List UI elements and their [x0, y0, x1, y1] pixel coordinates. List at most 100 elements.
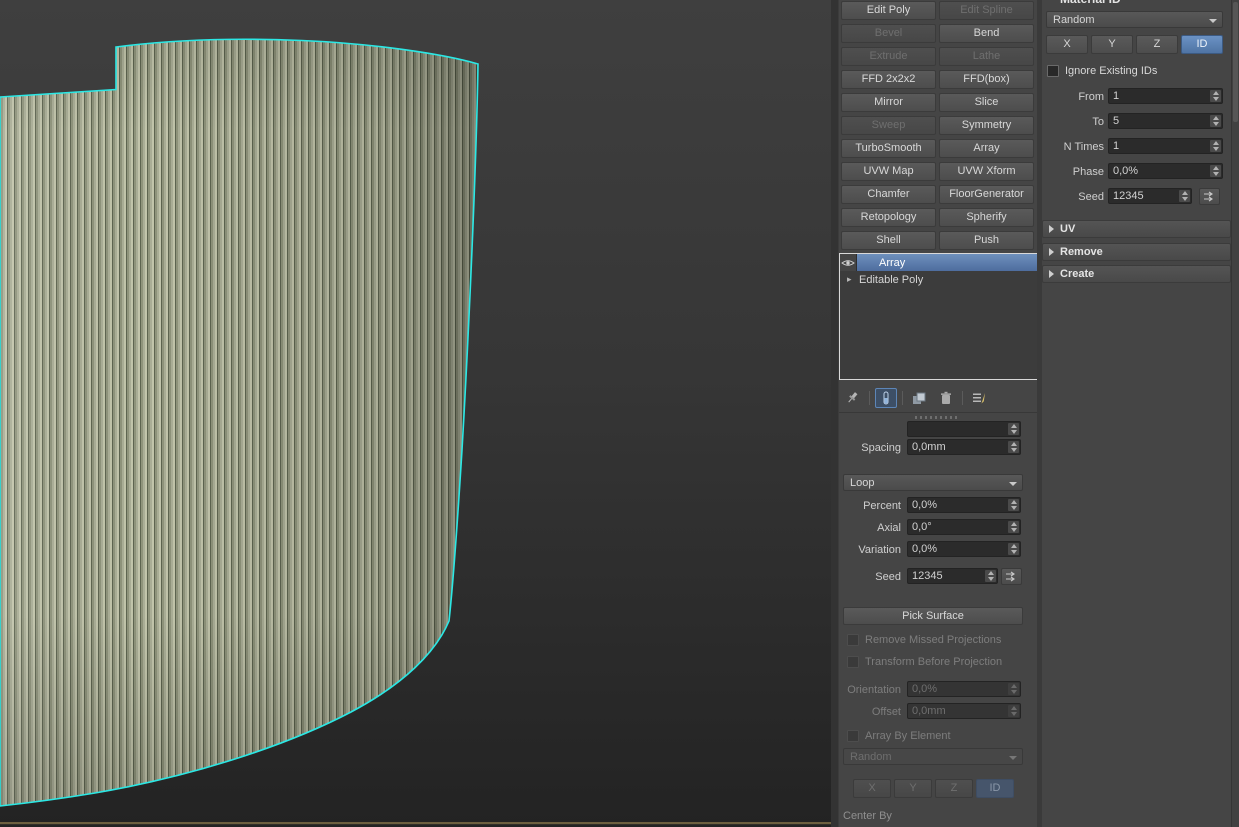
to-spinner[interactable] — [1210, 115, 1221, 127]
randomize-shuffle-icon — [1005, 571, 1018, 582]
modifier-buttons-grid: Edit Poly Edit Spline Bevel Bend Extrude… — [841, 1, 1034, 250]
offset-spinner — [1008, 705, 1019, 717]
remove-modifier-button[interactable] — [935, 388, 957, 408]
modifier-button-array[interactable]: Array — [939, 139, 1034, 158]
material-id-mode-dropdown[interactable]: Random — [1046, 11, 1223, 28]
spacing-spinner[interactable] — [1008, 441, 1019, 453]
orientation-value: 0,0% — [912, 683, 937, 695]
modifier-button-extrude[interactable]: Extrude — [841, 47, 936, 66]
percent-field[interactable]: 0,0% — [907, 497, 1021, 513]
stack-item-label: Array — [879, 257, 905, 269]
offset-field: 0,0mm — [907, 703, 1021, 719]
phase-spinner[interactable] — [1210, 165, 1221, 177]
viewport-3d[interactable] — [0, 0, 831, 827]
variation-label: Variation — [839, 544, 901, 556]
modifier-button-lathe[interactable]: Lathe — [939, 47, 1034, 66]
to-field[interactable]: 5 — [1108, 113, 1223, 129]
spacing-field[interactable]: 0,0mm — [907, 439, 1021, 455]
element-axis-x-button: X — [853, 779, 891, 798]
material-axis-id-button[interactable]: ID — [1181, 35, 1223, 54]
make-unique-button[interactable] — [908, 388, 930, 408]
material-axis-y-button[interactable]: Y — [1091, 35, 1133, 54]
material-seed-spinner[interactable] — [1179, 190, 1190, 202]
from-spinner[interactable] — [1210, 90, 1221, 102]
modifier-button-shell[interactable]: Shell — [841, 231, 936, 250]
pin-stack-button[interactable] — [842, 388, 864, 408]
checkbox-icon — [847, 634, 859, 646]
from-field[interactable]: 1 — [1108, 88, 1223, 104]
modifier-button-chamfer[interactable]: Chamfer — [841, 185, 936, 204]
modifier-stack-list[interactable]: Array ▸ Editable Poly — [839, 253, 1038, 380]
n-times-value: 1 — [1113, 140, 1119, 152]
seed-label: Seed — [839, 571, 901, 583]
show-end-result-button[interactable] — [875, 388, 897, 408]
scrollbar-thumb[interactable] — [1233, 2, 1238, 122]
offset-label: Offset — [839, 706, 901, 718]
percent-spinner[interactable] — [1008, 499, 1019, 511]
element-random-dropdown: Random — [843, 748, 1023, 765]
seed-field[interactable]: 12345 — [907, 568, 998, 584]
loop-dropdown[interactable]: Loop — [843, 474, 1023, 491]
visibility-eye-icon[interactable] — [840, 254, 857, 271]
ignore-existing-ids-checkbox[interactable]: Ignore Existing IDs — [1047, 64, 1157, 78]
phase-field[interactable]: 0,0% — [1108, 163, 1223, 179]
modifier-button-turbosmooth[interactable]: TurboSmooth — [841, 139, 936, 158]
pick-surface-button[interactable]: Pick Surface — [843, 607, 1023, 625]
randomize-seed-button[interactable] — [1001, 568, 1022, 585]
checkbox-label: Remove Missed Projections — [865, 634, 1001, 646]
material-axis-z-button[interactable]: Z — [1136, 35, 1178, 54]
modifier-button-retopology[interactable]: Retopology — [841, 208, 936, 227]
rollout-uv[interactable]: UV — [1042, 220, 1231, 238]
modifier-button-bend[interactable]: Bend — [939, 24, 1034, 43]
material-id-header[interactable]: Material ID — [1060, 0, 1121, 6]
transform-before-projection-checkbox[interactable]: Transform Before Projection — [847, 655, 1002, 669]
modifier-button-mirror[interactable]: Mirror — [841, 93, 936, 112]
spacing-label: Spacing — [839, 442, 901, 454]
chevron-down-icon — [1009, 756, 1017, 760]
modifier-button-sweep[interactable]: Sweep — [841, 116, 936, 135]
modifier-button-ffd-2x2x2[interactable]: FFD 2x2x2 — [841, 70, 936, 89]
modifier-button-bevel[interactable]: Bevel — [841, 24, 936, 43]
modifier-button-edit-poly[interactable]: Edit Poly — [841, 1, 936, 20]
axial-field[interactable]: 0,0° — [907, 519, 1021, 535]
variation-spinner[interactable] — [1008, 543, 1019, 555]
material-axis-x-button[interactable]: X — [1046, 35, 1088, 54]
variation-field[interactable]: 0,0% — [907, 541, 1021, 557]
clipped-top-field[interactable] — [907, 421, 1021, 437]
rollout-label: Create — [1060, 268, 1094, 280]
chevron-down-icon — [1009, 482, 1017, 486]
rollout-scroll-handle[interactable] — [915, 416, 957, 419]
axial-value: 0,0° — [912, 521, 932, 533]
seed-spinner[interactable] — [985, 570, 996, 582]
expand-chevron-icon[interactable]: ▸ — [847, 274, 857, 285]
axial-spinner[interactable] — [1008, 521, 1019, 533]
stack-item-array[interactable]: Array — [840, 254, 1037, 271]
n-times-spinner[interactable] — [1210, 140, 1221, 152]
material-randomize-seed-button[interactable] — [1199, 188, 1220, 205]
modifier-button-push[interactable]: Push — [939, 231, 1034, 250]
modifier-button-spherify[interactable]: Spherify — [939, 208, 1034, 227]
material-seed-field[interactable]: 12345 — [1108, 188, 1192, 204]
configure-modifier-sets-button[interactable] — [968, 388, 990, 408]
toolbar-separator — [962, 391, 963, 405]
stack-item-editable-poly[interactable]: ▸ Editable Poly — [840, 271, 1037, 288]
rollout-create[interactable]: Create — [1042, 265, 1231, 283]
panel-scrollbar[interactable] — [1231, 0, 1239, 827]
chevron-right-icon — [1049, 225, 1054, 233]
array-by-element-checkbox[interactable]: Array By Element — [847, 729, 951, 743]
modifier-button-slice[interactable]: Slice — [939, 93, 1034, 112]
element-axis-id-button: ID — [976, 779, 1014, 798]
spinner[interactable] — [1008, 423, 1019, 435]
remove-missed-projections-checkbox[interactable]: Remove Missed Projections — [847, 633, 1001, 647]
modifier-button-floorgenerator[interactable]: FloorGenerator — [939, 185, 1034, 204]
rollout-remove[interactable]: Remove — [1042, 243, 1231, 261]
modifier-button-edit-spline[interactable]: Edit Spline — [939, 1, 1034, 20]
modifier-button-uvw-xform[interactable]: UVW Xform — [939, 162, 1034, 181]
stack-toolbar — [842, 387, 1038, 409]
configure-modifier-sets-icon — [972, 391, 986, 405]
material-id-mode-value: Random — [1053, 14, 1095, 26]
n-times-field[interactable]: 1 — [1108, 138, 1223, 154]
modifier-button-uvw-map[interactable]: UVW Map — [841, 162, 936, 181]
modifier-button-ffd-box[interactable]: FFD(box) — [939, 70, 1034, 89]
modifier-button-symmetry[interactable]: Symmetry — [939, 116, 1034, 135]
